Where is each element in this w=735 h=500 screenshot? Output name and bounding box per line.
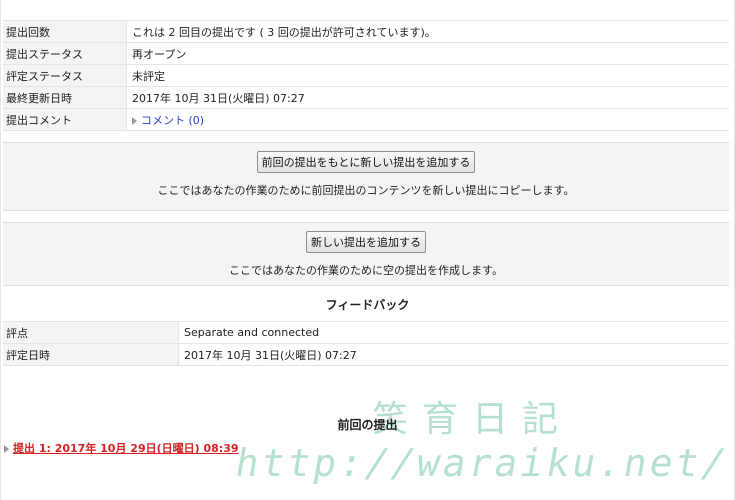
add-submission-from-previous-button[interactable]: 前回の提出をもとに新しい提出を追加する — [256, 151, 476, 173]
expand-triangle-icon[interactable] — [4, 445, 9, 453]
table-row: 最終更新日時 2017年 10月 31日(火曜日) 07:27 — [3, 86, 729, 109]
comments-link[interactable]: コメント (0) — [141, 114, 204, 127]
grade-label: 評点 — [3, 321, 179, 344]
attempt-value: これは 2 回目の提出です ( 3 回の提出が許可されています)。 — [126, 20, 729, 43]
copy-previous-panel: 前回の提出をもとに新しい提出を追加する ここではあなたの作業のために前回提出のコ… — [3, 142, 729, 211]
graded-on-value: 2017年 10月 31日(火曜日) 07:27 — [178, 343, 729, 366]
feedback-table: 評点 Separate and connected 評定日時 2017年 10月… — [3, 321, 729, 366]
new-submission-panel: 新しい提出を追加する ここではあなたの作業のために空の提出を作成します。 — [3, 222, 729, 286]
feedback-heading: フィードバック — [325, 298, 410, 312]
previous-attempt-row: 提出 1: 2017年 10月 29日(日曜日) 08:39 — [4, 440, 239, 456]
new-submission-description: ここではあなたの作業のために空の提出を作成します。 — [229, 264, 503, 277]
watermark-url: http://waraiku.net/ — [232, 441, 732, 485]
last-modified-value: 2017年 10月 31日(火曜日) 07:27 — [126, 86, 729, 109]
submission-status-table: 提出回数 これは 2 回目の提出です ( 3 回の提出が許可されています)。 提… — [3, 20, 729, 131]
grading-status-value: 未評定 — [126, 64, 729, 87]
table-row: 提出ステータス 再オープン — [3, 42, 729, 65]
submission-status-label: 提出ステータス — [3, 42, 127, 65]
last-modified-label: 最終更新日時 — [3, 86, 127, 109]
table-row: 評定ステータス 未評定 — [3, 64, 729, 87]
submission-status-value: 再オープン — [126, 42, 729, 65]
previous-attempts-heading: 前回の提出 — [337, 418, 398, 432]
expand-triangle-icon[interactable] — [132, 116, 137, 125]
attempt-label: 提出回数 — [3, 20, 127, 43]
table-row: 評定日時 2017年 10月 31日(火曜日) 07:27 — [3, 343, 729, 366]
table-row: 提出回数 これは 2 回目の提出です ( 3 回の提出が許可されています)。 — [3, 20, 729, 43]
table-row: 評点 Separate and connected — [3, 321, 729, 344]
graded-on-label: 評定日時 — [3, 343, 179, 366]
copy-previous-description: ここではあなたの作業のために前回提出のコンテンツを新しい提出にコピーします。 — [157, 184, 575, 197]
add-new-submission-button[interactable]: 新しい提出を追加する — [306, 231, 426, 253]
grade-value: Separate and connected — [178, 321, 729, 344]
submission-comments-label: 提出コメント — [3, 108, 127, 131]
grading-status-label: 評定ステータス — [3, 64, 127, 87]
table-row: 提出コメント コメント (0) — [3, 108, 729, 131]
previous-attempt-link[interactable]: 提出 1: 2017年 10月 29日(日曜日) 08:39 — [13, 442, 239, 455]
submission-comments-value: コメント (0) — [126, 108, 729, 131]
